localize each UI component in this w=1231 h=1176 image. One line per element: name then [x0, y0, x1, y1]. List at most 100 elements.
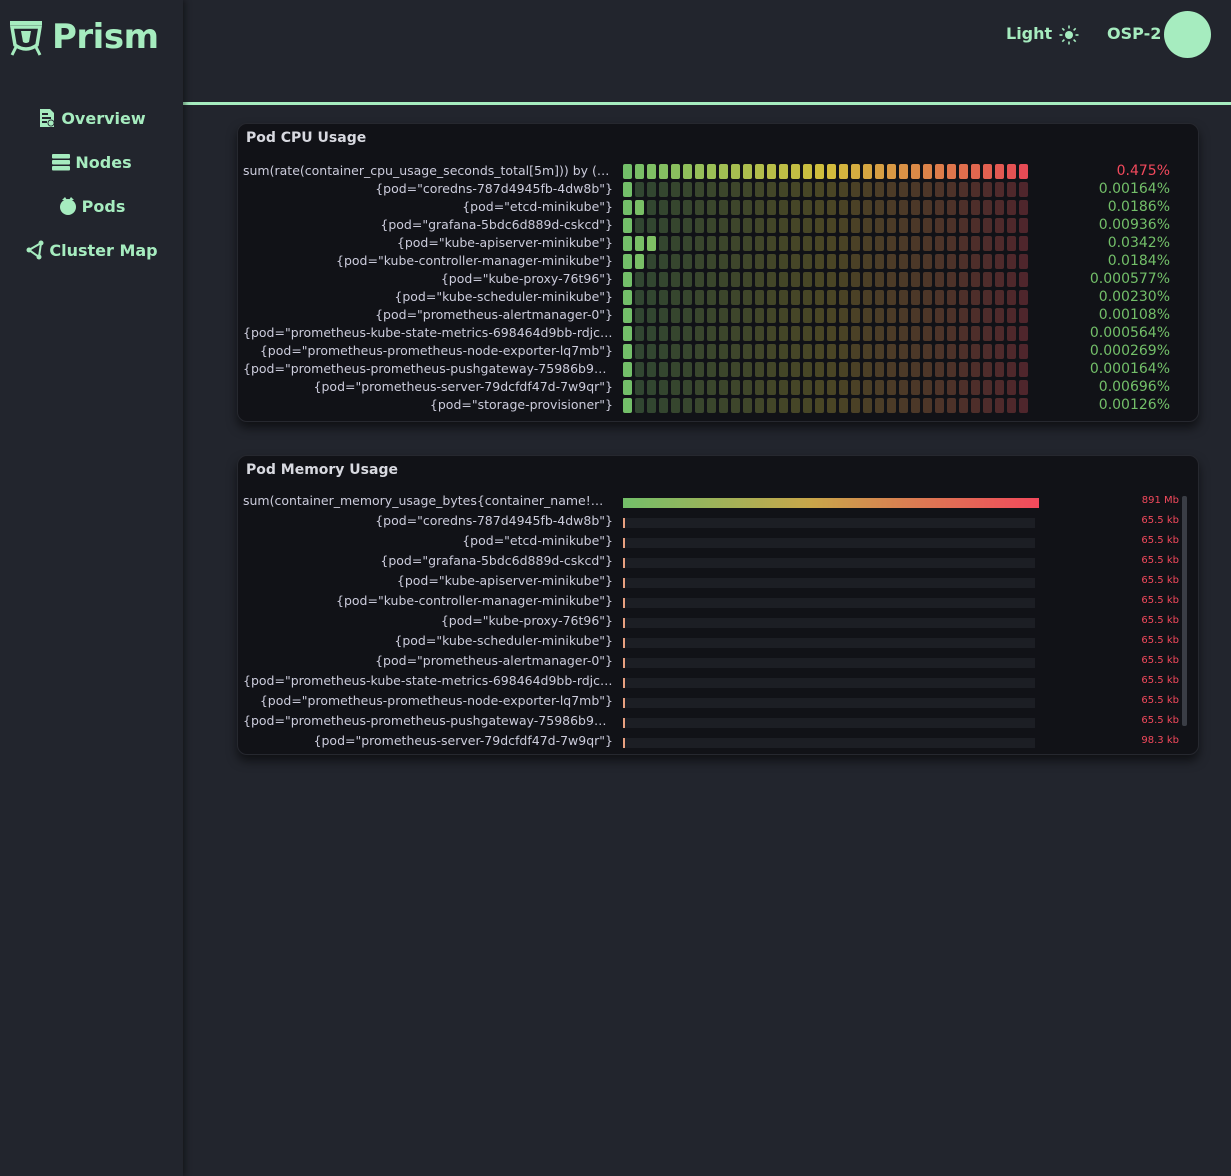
gauge-cell [635, 272, 644, 287]
gauge-cell [827, 200, 836, 215]
gauge-cell [923, 272, 932, 287]
series-value: 891 Mb [1141, 495, 1179, 506]
gauge-cell [719, 290, 728, 305]
gauge-cell [983, 236, 992, 251]
series-label: {pod="prometheus-prometheus-node-exporte… [259, 693, 613, 708]
series-value: 98.3 kb [1141, 735, 1179, 746]
gauge-cell [911, 272, 920, 287]
gauge-cell [1019, 308, 1028, 323]
gauge-cell [995, 344, 1004, 359]
gauge-cell [935, 362, 944, 377]
gauge-cell [707, 236, 716, 251]
gauge-cell [959, 344, 968, 359]
gauge-cell [707, 398, 716, 413]
gauge-cell [767, 362, 776, 377]
series-label: sum(container_memory_usage_bytes{contain… [243, 493, 613, 508]
gauge-cell [719, 182, 728, 197]
nav-item-cluster-map[interactable]: Cluster Map [0, 228, 183, 272]
series-value: 65.5 kb [1141, 715, 1179, 726]
gauge-cell [1019, 218, 1028, 233]
gauge-cell [995, 380, 1004, 395]
gauge-cell [911, 290, 920, 305]
gauge-cell [851, 254, 860, 269]
gauge-cell [683, 326, 692, 341]
top-bar: Light OSP-2 [183, 0, 1231, 105]
gauge-cell [755, 200, 764, 215]
gauge-cell [719, 218, 728, 233]
gauge-cell [995, 182, 1004, 197]
gauge-cell [731, 308, 740, 323]
cpu-gauge-bar [623, 290, 1031, 305]
gauge-cell [743, 326, 752, 341]
cpu-row: {pod="kube-controller-manager-minikube"}… [238, 252, 1198, 270]
gauge-cell [743, 308, 752, 323]
theme-toggle-label[interactable]: Light [1006, 24, 1052, 43]
memory-row: {pod="prometheus-prometheus-node-exporte… [238, 692, 1198, 710]
gauge-cell [647, 344, 656, 359]
gauge-cell [923, 164, 932, 179]
nav-item-overview[interactable]: Overview [0, 96, 183, 140]
gauge-cell [755, 308, 764, 323]
memory-row: {pod="etcd-minikube"} 65.5 kb [238, 532, 1198, 550]
series-value: 65.5 kb [1141, 555, 1179, 566]
gauge-cell [839, 164, 848, 179]
gauge-cell [971, 218, 980, 233]
series-label: {pod="prometheus-kube-state-metrics-6984… [243, 673, 613, 688]
series-label: {pod="kube-proxy-76t96"} [440, 271, 613, 286]
gauge-cell [815, 344, 824, 359]
gauge-cell [803, 290, 812, 305]
gauge-cell [791, 326, 800, 341]
nav-item-nodes[interactable]: Nodes [0, 140, 183, 184]
gauge-cell [743, 218, 752, 233]
gauge-cell [647, 326, 656, 341]
gauge-cell [875, 272, 884, 287]
gauge-cell [671, 308, 680, 323]
memory-row: {pod="grafana-5bdc6d889d-cskcd"} 65.5 kb [238, 552, 1198, 570]
gauge-cell [887, 344, 896, 359]
gauge-cell [983, 380, 992, 395]
gauge-cell [779, 308, 788, 323]
gauge-cell [923, 308, 932, 323]
gauge-cell [731, 236, 740, 251]
gauge-cell [767, 254, 776, 269]
gauge-cell [983, 218, 992, 233]
gauge-cell [911, 236, 920, 251]
gauge-cell [659, 308, 668, 323]
gauge-cell [1007, 380, 1016, 395]
gauge-cell [719, 254, 728, 269]
avatar[interactable] [1164, 11, 1211, 58]
gauge-cell [743, 236, 752, 251]
prism-logo-icon [9, 21, 43, 56]
gauge-cell [959, 398, 968, 413]
gauge-cell [803, 236, 812, 251]
memory-row: sum(container_memory_usage_bytes{contain… [238, 492, 1198, 510]
gauge-cell [647, 362, 656, 377]
gauge-cell [899, 200, 908, 215]
gauge-cell [1007, 200, 1016, 215]
gauge-cell [743, 272, 752, 287]
nav-item-pods[interactable]: Pods [0, 184, 183, 228]
memory-bar-fill [623, 718, 625, 728]
memory-bar-fill [623, 518, 625, 528]
gauge-cell [791, 398, 800, 413]
gauge-cell [803, 362, 812, 377]
app-logo[interactable]: Prism [6, 14, 159, 60]
gauge-cell [695, 380, 704, 395]
gauge-cell [899, 164, 908, 179]
gauge-cell [779, 218, 788, 233]
gauge-cell [959, 290, 968, 305]
gauge-cell [695, 236, 704, 251]
gauge-cell [875, 326, 884, 341]
gauge-cell [647, 308, 656, 323]
gauge-cell [635, 236, 644, 251]
gauge-cell [839, 290, 848, 305]
gauge-cell [767, 326, 776, 341]
memory-row: {pod="kube-scheduler-minikube"} 65.5 kb [238, 632, 1198, 650]
scrollbar[interactable] [1182, 496, 1187, 726]
sun-icon[interactable] [1059, 25, 1079, 45]
gauge-cell [767, 272, 776, 287]
gauge-cell [647, 398, 656, 413]
series-label: {pod="kube-proxy-76t96"} [440, 613, 613, 628]
gauge-cell [731, 254, 740, 269]
gauge-cell [983, 398, 992, 413]
